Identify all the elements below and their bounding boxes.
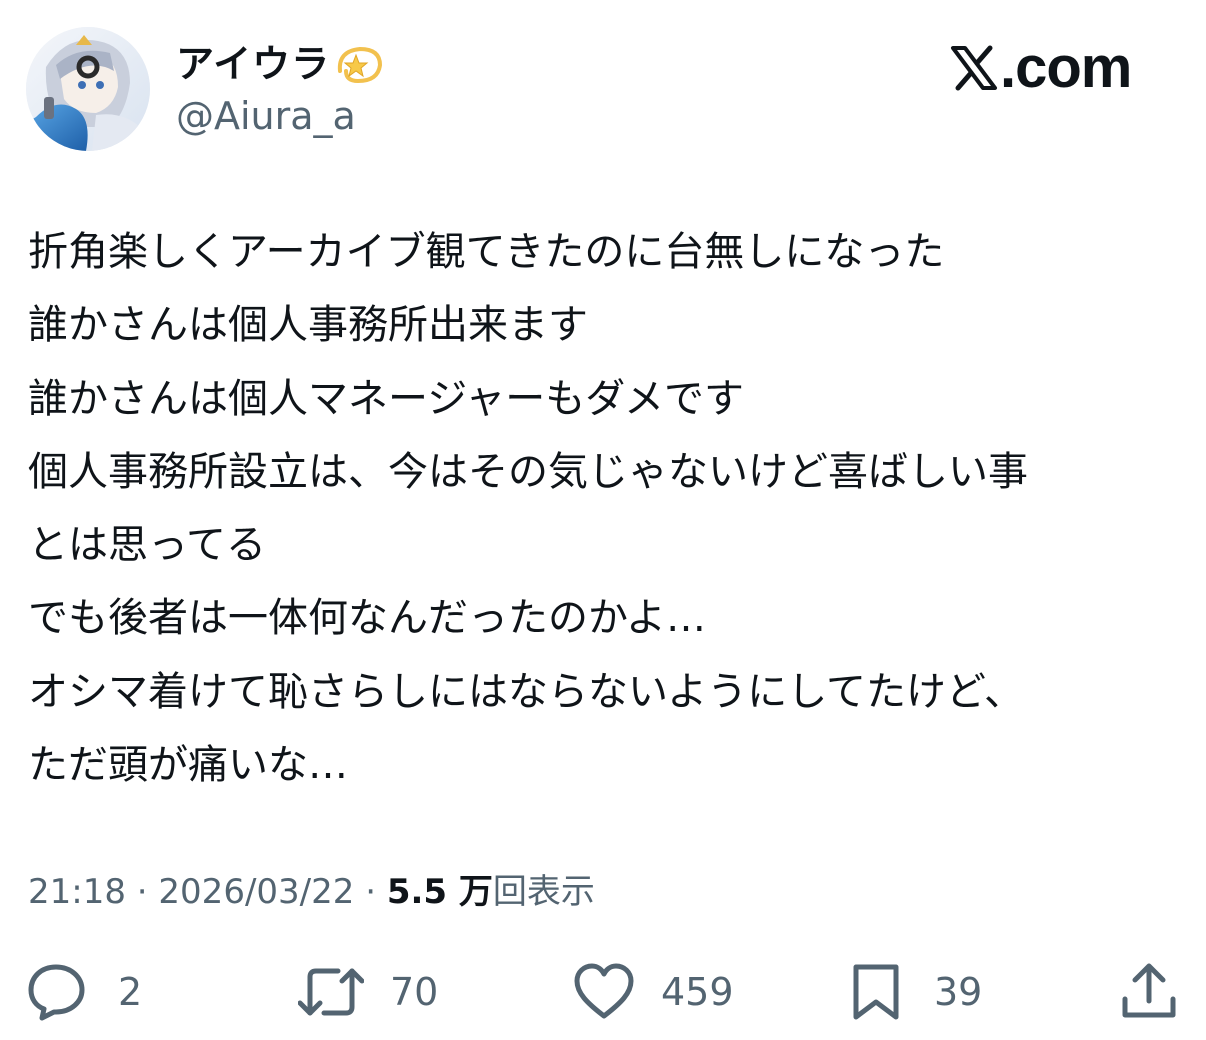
like-count: 459 xyxy=(661,970,734,1014)
user-handle[interactable]: @Aiura_a xyxy=(176,92,356,140)
tweet-line: オシマ着けて恥さらしにはならないようにしてたけど、 xyxy=(28,668,1024,715)
x-logo-icon xyxy=(951,45,997,91)
tweet-text: 折角楽しくアーカイブ観てきたのに台無しになった 誰かさんは個人事務所出来ます 誰… xyxy=(28,216,1188,802)
bookmark-icon xyxy=(853,964,899,1020)
tweet-line: 個人事務所設立は、今はその気じゃないけど喜ばしい事 xyxy=(28,448,1028,495)
tweet-date[interactable]: 2026/03/22 xyxy=(158,872,354,912)
repost-icon xyxy=(298,968,364,1016)
share-icon xyxy=(1122,963,1176,1018)
dizzy-star-icon xyxy=(337,46,383,84)
tweet-header: アイウラ @Aiura_a .com xyxy=(0,0,1206,170)
reply-count: 2 xyxy=(118,970,143,1014)
tweet-metadata: 21:18 · 2026/03/22 · 5.5 万回表示 xyxy=(28,866,595,918)
tweet-line: 誰かさんは個人事務所出来ます xyxy=(28,302,588,349)
like-button[interactable]: 459 xyxy=(573,960,734,1024)
views-label: 回表示 xyxy=(492,872,595,912)
share-button[interactable] xyxy=(1120,960,1178,1024)
repost-button[interactable]: 70 xyxy=(298,960,438,1024)
tweet-line: 誰かさんは個人マネージャーもダメです xyxy=(28,375,744,422)
bookmark-count: 39 xyxy=(934,970,983,1014)
reply-icon xyxy=(28,964,85,1021)
display-name[interactable]: アイウラ xyxy=(176,40,384,88)
brand-logo: .com xyxy=(950,35,1132,100)
bookmark-button[interactable]: 39 xyxy=(850,960,982,1024)
meta-separator: · xyxy=(125,872,159,912)
repost-count: 70 xyxy=(390,970,439,1014)
display-name-text[interactable]: アイウラ xyxy=(176,40,330,88)
tweet-line: とは思ってる xyxy=(28,522,266,569)
views-count: 5.5 万 xyxy=(386,872,493,912)
tweet-line: ただ頭が痛いな… xyxy=(28,742,348,789)
heart-icon xyxy=(574,963,634,1019)
meta-separator: · xyxy=(354,872,387,912)
tweet-time[interactable]: 21:18 xyxy=(28,872,126,912)
tweet-line: でも後者は一体何なんだったのかよ… xyxy=(28,595,706,642)
tweet-line: 折角楽しくアーカイブ観てきたのに台無しになった xyxy=(28,229,945,275)
brand-text: .com xyxy=(1000,35,1132,100)
reply-button[interactable]: 2 xyxy=(26,960,142,1024)
tweet-actions: 2 70 459 39 xyxy=(0,950,1206,1040)
avatar-icon[interactable] xyxy=(26,27,150,151)
